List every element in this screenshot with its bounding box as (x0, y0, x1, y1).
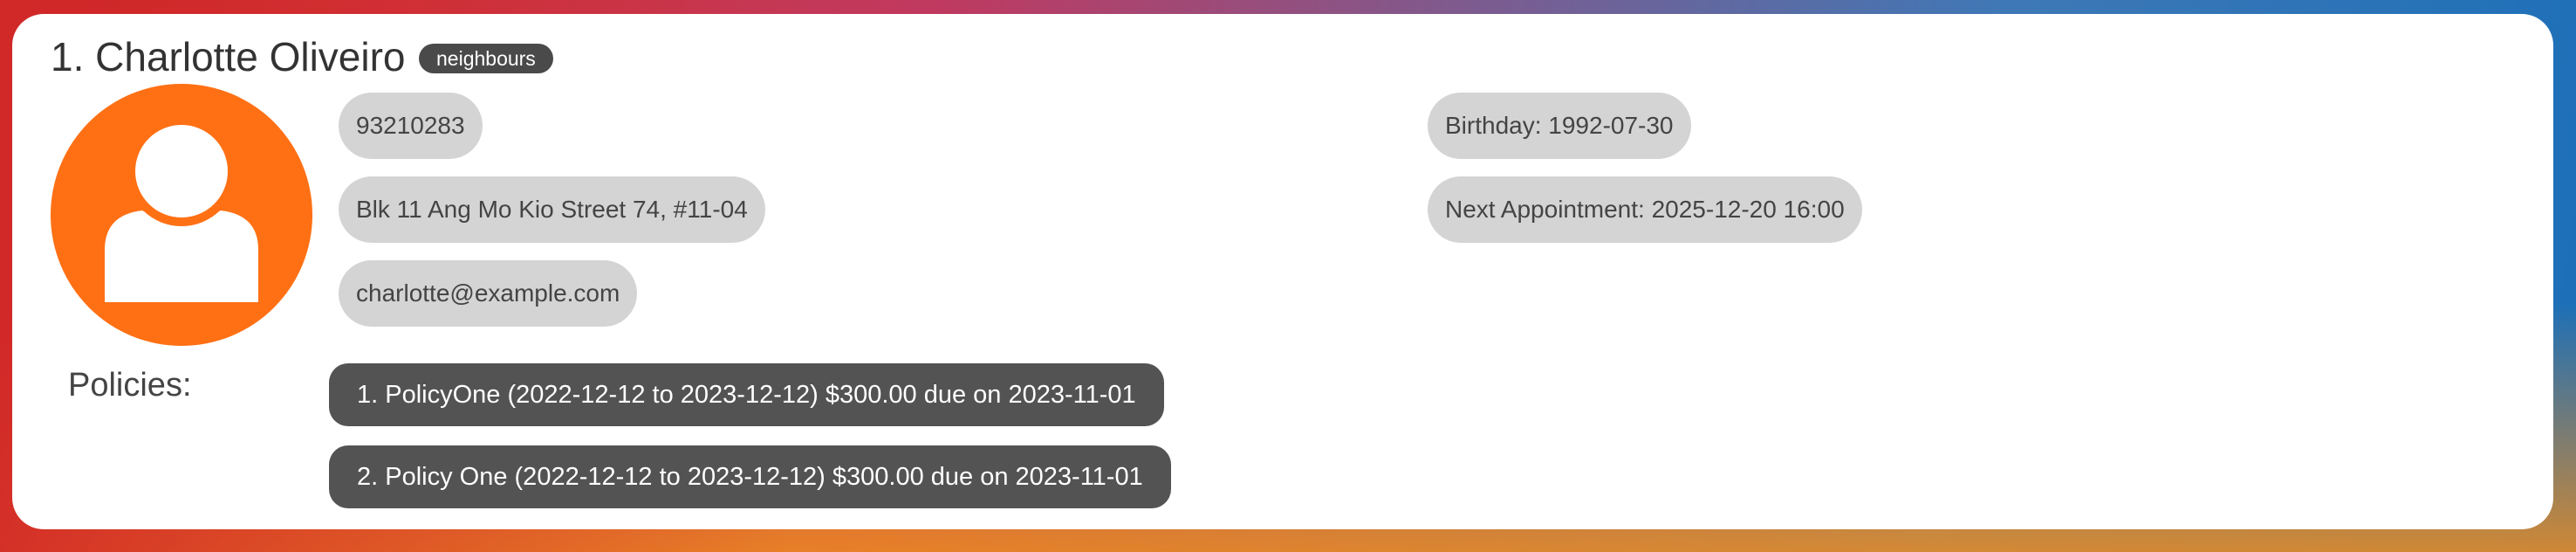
user-silhouette-icon (105, 116, 258, 302)
next-appointment-field: Next Appointment: 2025-12-20 16:00 (1428, 176, 1862, 243)
tag-neighbours: neighbours (419, 44, 553, 73)
policy-item-1: 1. PolicyOne (2022-12-12 to 2023-12-12) … (329, 363, 1164, 426)
person-card[interactable]: 1. Charlotte Oliveiro neighbours 9321028… (12, 14, 2553, 529)
birthday-field: Birthday: 1992-07-30 (1428, 93, 1691, 159)
person-name: 1. Charlotte Oliveiro (51, 34, 406, 79)
avatar (51, 84, 312, 346)
email-field: charlotte@example.com (339, 260, 638, 327)
policies-label: Policies: (68, 367, 192, 404)
policy-item-2: 2. Policy One (2022-12-12 to 2023-12-12)… (329, 445, 1171, 508)
phone-field: 93210283 (339, 93, 483, 159)
address-field: Blk 11 Ang Mo Kio Street 74, #11-04 (339, 176, 765, 243)
window-background: 1. Charlotte Oliveiro neighbours 9321028… (0, 0, 2576, 552)
